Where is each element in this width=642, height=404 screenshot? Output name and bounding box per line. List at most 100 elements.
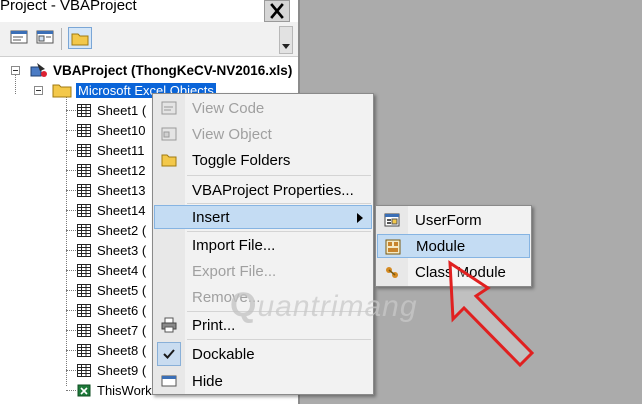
close-button[interactable] — [264, 0, 290, 22]
sheet-label: Sheet5 ( — [97, 282, 147, 298]
tree-item-sheet[interactable]: Sheet6 ( — [77, 300, 146, 320]
worksheet-icon — [77, 263, 91, 277]
worksheet-icon — [77, 123, 91, 137]
tree-item-sheet[interactable]: Sheet4 ( — [77, 260, 146, 280]
worksheet-icon — [77, 103, 91, 117]
worksheet-icon — [77, 203, 91, 217]
project-label: VBAProject (ThongKeCV-NV2016.xls) — [53, 62, 293, 78]
folder-icon — [71, 33, 89, 46]
tree-connector — [66, 310, 76, 311]
submenu-item-userform[interactable]: UserForm — [377, 208, 530, 232]
collapse-toggle[interactable] — [34, 86, 43, 95]
project-explorer-titlebar[interactable]: Project - VBAProject — [0, 0, 298, 22]
folder-icon — [52, 84, 72, 98]
window-title: Project - VBAProject — [0, 0, 137, 14]
worksheet-icon — [77, 303, 91, 317]
tree-item-sheet[interactable]: Sheet12 — [77, 160, 145, 180]
close-icon — [270, 3, 284, 19]
tree-connector — [66, 350, 76, 351]
submenu-item-module[interactable]: Module — [377, 234, 530, 258]
sheet-label: Sheet9 ( — [97, 362, 147, 378]
menu-item-import-file[interactable]: Import File... — [154, 233, 372, 257]
menu-item-dockable[interactable]: Dockable — [154, 342, 372, 366]
tree-item-sheet[interactable]: Sheet10 — [77, 120, 145, 140]
tree-connector — [66, 390, 76, 391]
workbook-icon — [77, 384, 91, 396]
tree-item-vbaproject[interactable]: VBAProject (ThongKeCV-NV2016.xls) — [29, 60, 292, 80]
menu-separator — [187, 231, 371, 232]
project-toolbar — [0, 22, 298, 57]
tree-connector — [66, 150, 76, 151]
menu-item-export-file[interactable]: Export File... — [154, 259, 372, 283]
sheet-label: Sheet14 — [97, 202, 146, 218]
tree-item-sheet[interactable]: Sheet8 ( — [77, 340, 146, 360]
worksheet-icon — [77, 283, 91, 297]
tree-item-sheet[interactable]: Sheet5 ( — [77, 280, 146, 300]
menu-item-hide[interactable]: Hide — [154, 369, 372, 393]
menu-item-view-object[interactable]: View Object — [154, 122, 372, 146]
sheet-label: Sheet10 — [97, 122, 146, 138]
sheet-label: Sheet11 — [97, 142, 145, 158]
sheet-label: Sheet12 — [97, 162, 146, 178]
view-object-icon — [36, 30, 54, 44]
tree-connector — [66, 130, 76, 131]
chevron-down-icon — [282, 44, 290, 49]
tree-connector — [66, 370, 76, 371]
sheet-label: Sheet3 ( — [97, 242, 147, 258]
tree-item-sheet[interactable]: Sheet2 ( — [77, 220, 146, 240]
tree-item-sheet[interactable]: Sheet11 — [77, 140, 144, 160]
worksheet-icon — [77, 323, 91, 337]
menu-separator — [187, 203, 371, 204]
menu-item-view-code[interactable]: View Code — [154, 96, 372, 120]
tree-item-sheet[interactable]: Sheet9 ( — [77, 360, 146, 380]
worksheet-icon — [77, 343, 91, 357]
sheet-label: Sheet4 ( — [97, 262, 147, 278]
hide-icon — [161, 375, 177, 387]
view-object-icon — [161, 127, 177, 141]
tree-connector — [66, 270, 76, 271]
context-menu: View Code View Object Toggle Folders VBA… — [152, 93, 374, 395]
view-code-icon — [10, 30, 28, 44]
annotation-arrow — [448, 260, 535, 368]
toolbar-overflow-button[interactable] — [279, 26, 293, 54]
view-code-button[interactable] — [8, 27, 32, 49]
worksheet-icon — [77, 163, 91, 177]
tree-item-sheet[interactable]: Sheet14 — [77, 200, 145, 220]
tree-connector — [66, 230, 76, 231]
sheet-label: Sheet6 ( — [97, 302, 147, 318]
watermark-text: Quantrimang — [230, 286, 418, 324]
tree-connector — [66, 96, 67, 386]
sheet-label: Sheet2 ( — [97, 222, 147, 238]
tree-item-sheet[interactable]: Sheet7 ( — [77, 320, 146, 340]
vbaproject-icon — [30, 63, 47, 77]
worksheet-icon — [77, 363, 91, 377]
sheet-label: Sheet1 ( — [97, 102, 147, 118]
tree-connector — [66, 170, 76, 171]
tree-connector — [66, 290, 76, 291]
tree-connector — [15, 72, 16, 94]
menu-item-vbaproject-properties[interactable]: VBAProject Properties... — [154, 178, 372, 202]
class-module-icon — [386, 267, 398, 278]
tree-connector — [66, 190, 76, 191]
toolbar-separator — [61, 28, 62, 50]
worksheet-icon — [77, 183, 91, 197]
tree-connector — [66, 330, 76, 331]
checkmark-icon — [163, 349, 175, 359]
worksheet-icon — [77, 243, 91, 257]
tree-item-sheet[interactable]: ThisWork — [77, 380, 152, 400]
menu-separator — [187, 175, 371, 176]
view-code-icon — [161, 101, 177, 115]
sheet-label: Sheet13 — [97, 182, 146, 198]
tree-item-sheet[interactable]: Sheet3 ( — [77, 240, 146, 260]
tree-connector — [66, 110, 76, 111]
toggle-folders-button[interactable] — [68, 27, 92, 49]
sheet-label: Sheet8 ( — [97, 342, 147, 358]
view-object-button[interactable] — [34, 27, 58, 49]
userform-icon — [384, 213, 400, 227]
menu-item-insert[interactable]: Insert — [154, 205, 372, 229]
tree-item-sheet[interactable]: Sheet1 ( — [77, 100, 146, 120]
tree-item-sheet[interactable]: Sheet13 — [77, 180, 145, 200]
menu-item-toggle-folders[interactable]: Toggle Folders — [154, 148, 372, 172]
submenu-arrow-icon — [357, 213, 363, 223]
collapse-toggle[interactable] — [11, 66, 20, 75]
